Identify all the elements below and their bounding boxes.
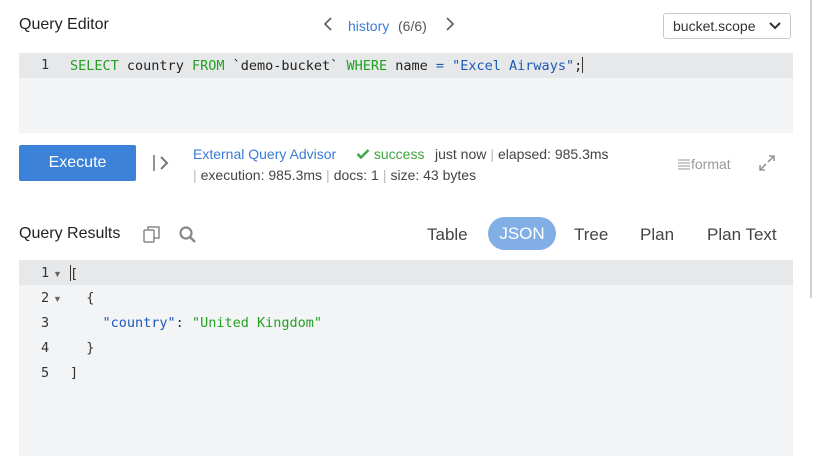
tab-plan[interactable]: Plan	[640, 225, 674, 245]
status-when: just now	[435, 146, 487, 162]
json-colon: :	[175, 315, 192, 331]
results-viewer[interactable]	[19, 260, 793, 456]
status-metrics-line2: | execution: 985.3ms | docs: 1 | size: 43 byt…	[193, 167, 476, 183]
query-results-title: Query Results	[19, 225, 121, 242]
query-cond-field: name	[395, 58, 428, 74]
query-value: "Excel Airways"	[452, 58, 575, 74]
text-cursor	[70, 265, 72, 281]
query-operator: =	[435, 58, 445, 74]
history-link[interactable]: history	[348, 18, 389, 34]
checkmark-icon	[356, 149, 370, 160]
result-line: [	[70, 265, 78, 282]
search-icon[interactable]	[178, 225, 198, 250]
execute-button[interactable]: Execute	[19, 145, 136, 181]
history-next-icon[interactable]	[444, 15, 456, 38]
result-line-number: 3	[41, 315, 50, 331]
external-query-advisor-link[interactable]: External Query Advisor	[193, 146, 336, 162]
separator: |	[490, 146, 494, 162]
separator: |	[326, 167, 330, 183]
separator: |	[382, 167, 387, 183]
result-line: "country": "United Kingdom"	[70, 315, 322, 331]
tab-tree[interactable]: Tree	[574, 225, 608, 245]
keyword-where: WHERE	[346, 58, 388, 74]
tab-plan-text[interactable]: Plan Text	[707, 225, 777, 245]
separator: |	[193, 167, 197, 183]
result-line-number: 4	[41, 340, 50, 356]
tab-json[interactable]: JSON	[488, 217, 556, 250]
tab-table[interactable]: Table	[427, 225, 468, 245]
status-execution: execution: 985.3ms	[200, 167, 323, 183]
query-terminator: ;	[574, 58, 583, 74]
history-count: (6/6)	[398, 18, 427, 34]
lines-icon	[678, 159, 690, 170]
fold-caret-icon[interactable]: ▼	[53, 294, 62, 304]
result-line-text: [	[70, 266, 79, 282]
result-line-number: 5	[41, 365, 50, 381]
query-bucket: `demo-bucket`	[232, 58, 339, 74]
result-line: {	[70, 290, 95, 306]
result-line: }	[70, 340, 95, 356]
status-metrics: just now | elapsed: 985.3ms	[435, 146, 609, 162]
copy-icon[interactable]	[142, 225, 162, 250]
result-line-number: 1	[41, 265, 50, 281]
status-text: success	[373, 146, 425, 162]
editor-line-number: 1	[41, 57, 50, 73]
fold-caret-icon[interactable]: ▼	[53, 269, 62, 279]
keyword-from: FROM	[191, 58, 225, 74]
format-label: format	[691, 156, 731, 172]
page-scrollbar[interactable]	[810, 0, 812, 298]
scope-select[interactable]: bucket.scope	[663, 13, 791, 39]
result-line-number: 2	[41, 290, 50, 306]
json-key: "country"	[102, 315, 176, 331]
chevron-down-icon	[768, 18, 782, 35]
format-button[interactable]: format	[677, 156, 731, 172]
query-field: country	[126, 58, 184, 74]
status-size: size: 43 bytes	[390, 167, 477, 183]
active-line-highlight	[19, 260, 793, 285]
status-success: success	[356, 146, 424, 162]
expand-icon[interactable]	[758, 154, 776, 177]
query-editor-title: Query Editor	[19, 16, 109, 33]
result-line: ]	[70, 365, 79, 381]
keyword-select: SELECT	[70, 58, 119, 74]
history-prev-icon[interactable]	[322, 15, 334, 38]
status-elapsed: elapsed: 985.3ms	[498, 146, 609, 162]
query-text[interactable]: SELECT country FROM `demo-bucket` WHERE …	[70, 57, 584, 74]
advisor-toggle-icon[interactable]	[151, 153, 173, 178]
scope-select-value: bucket.scope	[673, 18, 756, 34]
text-cursor	[582, 57, 584, 73]
status-docs: docs: 1	[333, 167, 379, 183]
json-value: "United Kingdom"	[191, 315, 322, 331]
